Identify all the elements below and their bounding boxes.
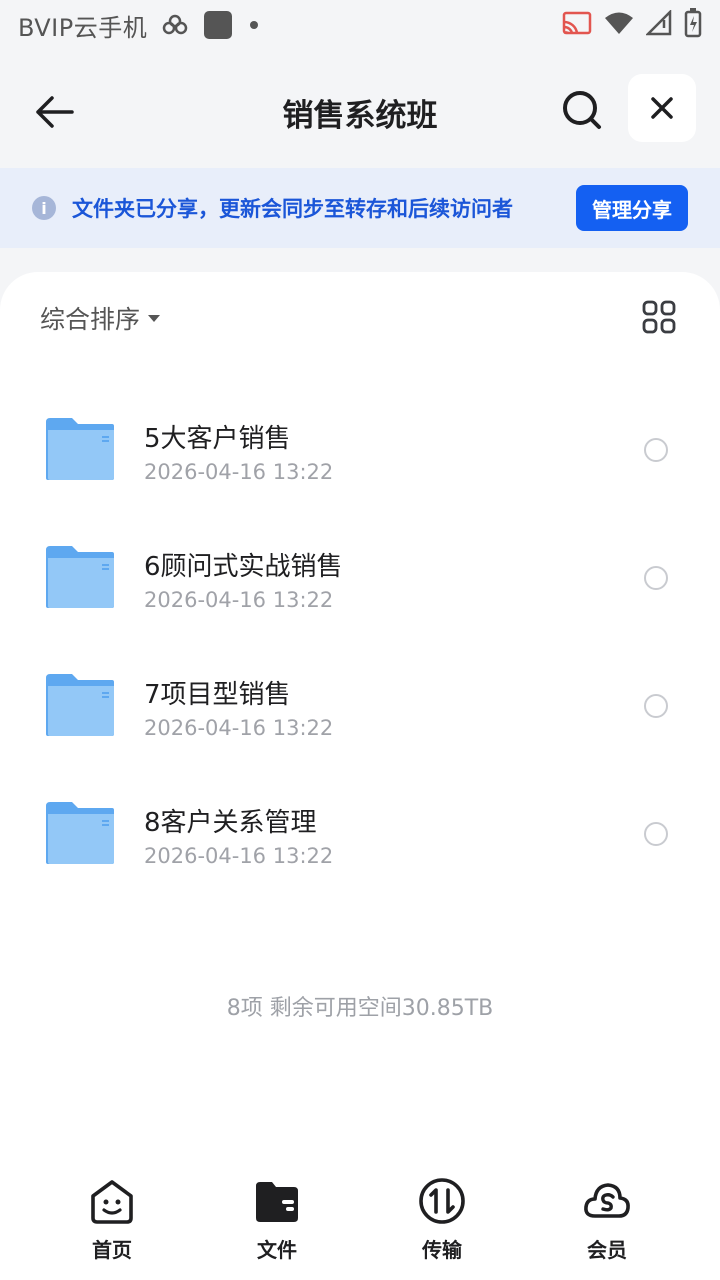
bottom-nav: 首页 文件 传输 会员 (0, 1170, 720, 1280)
dot-icon (247, 18, 261, 32)
battery-charging-icon (684, 8, 702, 42)
file-list[interactable]: 4竞争情报搜集2026-04-16 13:22 5大客户销售 2026-04-16 … (0, 352, 720, 972)
file-row[interactable]: 8客户关系管理 2026-04-16 13:22 (0, 760, 720, 888)
close-icon (651, 97, 673, 119)
file-name: 7项目型销售 (144, 680, 291, 710)
sort-label: 综合排序 (40, 305, 141, 334)
folder-icon (44, 352, 116, 354)
vip-cloud-icon (584, 1183, 630, 1218)
share-banner: i 文件夹已分享，更新会同步至转存和后续访问者 管理分享 (0, 168, 720, 248)
transfer-icon (419, 1178, 465, 1224)
folder-icon (256, 1182, 298, 1222)
status-bar: BVIP云手机 (0, 0, 720, 50)
manage-share-button[interactable]: 管理分享 (576, 185, 688, 231)
folder-icon (46, 674, 114, 736)
cast-icon (562, 11, 592, 39)
select-radio[interactable] (644, 438, 668, 462)
nav-files[interactable]: 文件 (217, 1176, 337, 1263)
nav-home-label: 首页 (92, 1238, 132, 1262)
nav-transfer-label: 传输 (422, 1238, 462, 1262)
share-banner-message: 文件夹已分享，更新会同步至转存和后续访问者 (72, 197, 513, 221)
cloud-sync-icon (161, 14, 189, 36)
close-button[interactable] (628, 74, 696, 142)
grid-view-icon (642, 300, 676, 334)
folder-icon (46, 802, 114, 864)
file-list-card: 综合排序 4竞争情报搜集2026-04-16 13:22 5大客户销售 2026-0… (0, 272, 720, 1280)
file-row[interactable]: 7项目型销售 2026-04-16 13:22 (0, 632, 720, 760)
wifi-icon (604, 11, 634, 39)
file-name: 5大客户销售 (144, 424, 291, 454)
nav-transfer[interactable]: 传输 (382, 1176, 502, 1263)
home-face-icon (91, 1180, 133, 1224)
nav-files-label: 文件 (257, 1238, 297, 1262)
file-date: 2026-04-16 13:22 (144, 716, 334, 740)
select-radio[interactable] (644, 694, 668, 718)
storage-summary: 8项 剩余可用空间30.85TB (226, 996, 494, 1021)
file-row[interactable]: 5大客户销售 2026-04-16 13:22 (0, 376, 720, 504)
file-date: 2026-04-16 13:22 (144, 844, 334, 868)
file-date: 2026-04-16 13:22 (144, 588, 334, 612)
file-date: 2026-04-16 13:22 (144, 460, 334, 484)
file-name: 6顾问式实战销售 (144, 552, 343, 582)
grid-view-button[interactable] (642, 300, 676, 334)
page-title: 销售系统班 (282, 98, 438, 134)
signal-icon (644, 8, 672, 40)
file-name: 8客户关系管理 (144, 808, 317, 838)
search-icon (563, 91, 601, 129)
file-row[interactable]: 6顾问式实战销售 2026-04-16 13:22 (0, 504, 720, 632)
folder-icon (46, 418, 114, 480)
caret-down-icon (148, 314, 161, 322)
search-button[interactable] (556, 84, 608, 136)
select-radio[interactable] (644, 566, 668, 590)
sort-dropdown[interactable]: 综合排序 (40, 300, 161, 336)
carrier-label: BVIP云手机 (18, 13, 148, 42)
nav-home[interactable]: 首页 (52, 1176, 172, 1263)
select-radio[interactable] (644, 822, 668, 846)
file-date: 2026-04-16 13:22 (144, 352, 333, 356)
folder-icon (46, 546, 114, 608)
app-header: 销售系统班 (0, 60, 720, 160)
nav-vip[interactable]: 会员 (547, 1176, 667, 1263)
app-square-icon (203, 10, 233, 40)
nav-vip-label: 会员 (587, 1238, 627, 1262)
info-icon: i (32, 196, 56, 220)
file-row[interactable]: 4竞争情报搜集2026-04-16 13:22 (0, 352, 720, 376)
